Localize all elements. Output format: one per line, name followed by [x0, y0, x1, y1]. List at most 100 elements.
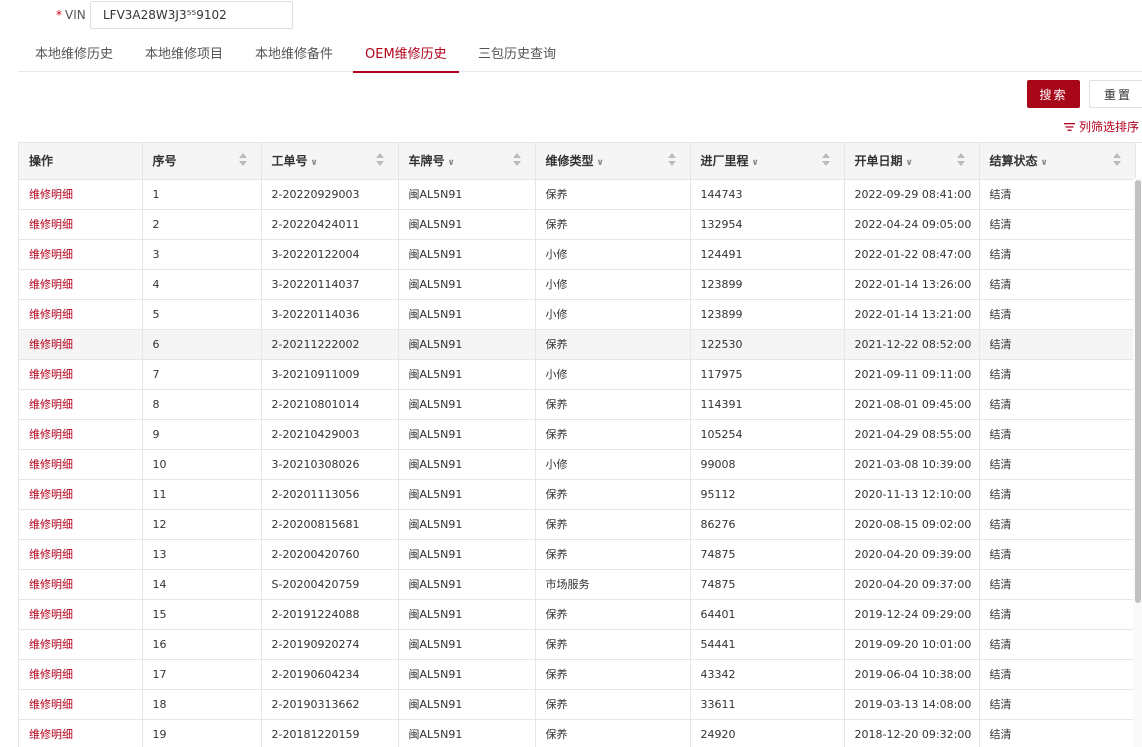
table-cell: 小修 [535, 239, 691, 270]
column-header-7[interactable]: 结算状态 ∨ [979, 143, 1136, 180]
table-cell: 闽AL5N91 [398, 299, 536, 330]
sort-icon[interactable] [956, 153, 965, 167]
repair-detail-link[interactable]: 维修明细 [19, 239, 143, 270]
sort-icon[interactable] [375, 153, 384, 167]
table-row[interactable]: 维修明细 8 2-20210801014 闽AL5N91 保养 114391 2021-08… [19, 389, 1136, 420]
table-cell: 闽AL5N91 [398, 329, 536, 360]
table-cell: 2-20190920274 [261, 629, 399, 660]
repair-detail-link[interactable]: 维修明细 [19, 179, 143, 210]
table-row[interactable]: 维修明细 2 2-20220424011 闽AL5N91 保养 132954 2022-04… [19, 209, 1136, 240]
table-cell: 12 [142, 509, 262, 540]
table-cell: 2022-01-14 13:21:00 [844, 299, 980, 330]
table-cell: 闽AL5N91 [398, 689, 536, 720]
table-cell: 小修 [535, 269, 691, 300]
sort-icon[interactable] [1112, 153, 1121, 167]
column-header-6[interactable]: 开单日期 ∨ [844, 143, 980, 180]
table-cell: 保养 [535, 509, 691, 540]
table-cell: 3-20210911009 [261, 359, 399, 390]
column-filter-sort-link[interactable]: 列筛选排序 [1064, 118, 1139, 135]
table-row[interactable]: 维修明细 9 2-20210429003 闽AL5N91 保养 105254 2021-04… [19, 419, 1136, 450]
tab-local-repair-history[interactable]: 本地维修历史 [35, 40, 113, 72]
filter-dropdown-icon[interactable]: ∨ [752, 158, 759, 168]
reset-button[interactable]: 重置 [1089, 80, 1142, 108]
repair-detail-link[interactable]: 维修明细 [19, 299, 143, 330]
table-cell: 7 [142, 359, 262, 390]
repair-detail-link[interactable]: 维修明细 [19, 209, 143, 240]
table-row[interactable]: 维修明细 4 3-20220114037 闽AL5N91 小修 123899 2022-01… [19, 269, 1136, 300]
table-row[interactable]: 维修明细 17 2-20190604234 闽AL5N91 保养 43342 2019-06… [19, 659, 1136, 690]
repair-detail-link[interactable]: 维修明细 [19, 449, 143, 480]
repair-detail-link[interactable]: 维修明细 [19, 719, 143, 747]
sort-icon[interactable] [238, 153, 247, 167]
table-cell: S-20200420759 [261, 569, 399, 600]
repair-detail-link[interactable]: 维修明细 [19, 659, 143, 690]
table-cell: 结清 [979, 419, 1136, 450]
column-header-5[interactable]: 进厂里程 ∨ [690, 143, 845, 180]
table-cell: 2-20190313662 [261, 689, 399, 720]
repair-detail-link[interactable]: 维修明细 [19, 269, 143, 300]
repair-detail-link[interactable]: 维修明细 [19, 539, 143, 570]
table-cell: 123899 [690, 269, 845, 300]
table-row[interactable]: 维修明细 5 3-20220114036 闽AL5N91 小修 123899 2022-01… [19, 299, 1136, 330]
table-cell: 保养 [535, 659, 691, 690]
repair-detail-link[interactable]: 维修明细 [19, 629, 143, 660]
repair-detail-link[interactable]: 维修明细 [19, 479, 143, 510]
table-cell: 8 [142, 389, 262, 420]
sort-icon[interactable] [821, 153, 830, 167]
column-header-4[interactable]: 维修类型 ∨ [535, 143, 691, 180]
filter-dropdown-icon[interactable]: ∨ [597, 158, 604, 168]
table-cell: 74875 [690, 539, 845, 570]
table-cell: 54441 [690, 629, 845, 660]
table-row[interactable]: 维修明细 16 2-20190920274 闽AL5N91 保养 54441 2019-09… [19, 629, 1136, 660]
repair-detail-link[interactable]: 维修明细 [19, 689, 143, 720]
table-row[interactable]: 维修明细 11 2-20201113056 闽AL5N91 保养 95112 2020-11… [19, 479, 1136, 510]
tab-local-repair-items[interactable]: 本地维修项目 [145, 40, 223, 72]
table-cell: 结清 [979, 599, 1136, 630]
table-cell: 2 [142, 209, 262, 240]
column-header-label: 维修类型 [545, 154, 594, 169]
repair-detail-link[interactable]: 维修明细 [19, 509, 143, 540]
tab-warranty-history[interactable]: 三包历史查询 [478, 40, 556, 72]
filter-dropdown-icon[interactable]: ∨ [1041, 158, 1048, 168]
table-cell: 小修 [535, 299, 691, 330]
table-row[interactable]: 维修明细 19 2-20181220159 闽AL5N91 保养 24920 2018-12… [19, 719, 1136, 747]
column-header-3[interactable]: 车牌号 ∨ [398, 143, 536, 180]
table-cell: 3-20220122004 [261, 239, 399, 270]
repair-detail-link[interactable]: 维修明细 [19, 329, 143, 360]
column-header-1[interactable]: 序号 [142, 143, 262, 180]
table-row[interactable]: 维修明细 10 3-20210308026 闽AL5N91 小修 99008 2021-03… [19, 449, 1136, 480]
tab-local-repair-parts[interactable]: 本地维修备件 [255, 40, 333, 72]
table-cell: 结清 [979, 509, 1136, 540]
table-cell: 结清 [979, 479, 1136, 510]
repair-detail-link[interactable]: 维修明细 [19, 389, 143, 420]
vertical-scrollbar-thumb[interactable] [1135, 180, 1141, 603]
repair-detail-link[interactable]: 维修明细 [19, 569, 143, 600]
search-button[interactable]: 搜索 [1027, 80, 1080, 108]
table-cell: 2020-04-20 09:39:00 [844, 539, 980, 570]
filter-dropdown-icon[interactable]: ∨ [906, 158, 913, 168]
table-row[interactable]: 维修明细 14 S-20200420759 闽AL5N91 市场服务 74875 2020-… [19, 569, 1136, 600]
repair-detail-link[interactable]: 维修明细 [19, 419, 143, 450]
table-row[interactable]: 维修明细 15 2-20191224088 闽AL5N91 保养 64401 2019-12… [19, 599, 1136, 630]
vin-input[interactable] [90, 1, 293, 29]
column-header-2[interactable]: 工单号 ∨ [261, 143, 399, 180]
tab-oem-repair-history[interactable]: OEM维修历史 [353, 40, 459, 73]
table-cell: 2020-04-20 09:37:00 [844, 569, 980, 600]
table-row[interactable]: 维修明细 18 2-20190313662 闽AL5N91 保养 33611 2019-03… [19, 689, 1136, 720]
filter-dropdown-icon[interactable]: ∨ [448, 158, 455, 168]
table-row[interactable]: 维修明细 6 2-20211222002 闽AL5N91 保养 122530 2021-12… [19, 329, 1136, 360]
table-cell: 14 [142, 569, 262, 600]
table-row[interactable]: 维修明细 12 2-20200815681 闽AL5N91 保养 86276 2020-08… [19, 509, 1136, 540]
table-row[interactable]: 维修明细 13 2-20200420760 闽AL5N91 保养 74875 2020-04… [19, 539, 1136, 570]
sort-icon[interactable] [512, 153, 521, 167]
table-cell: 2-20220424011 [261, 209, 399, 240]
table-row[interactable]: 维修明细 7 3-20210911009 闽AL5N91 小修 117975 2021-09… [19, 359, 1136, 390]
repair-detail-link[interactable]: 维修明细 [19, 359, 143, 390]
table-cell: 123899 [690, 299, 845, 330]
filter-dropdown-icon[interactable]: ∨ [311, 158, 318, 168]
table-row[interactable]: 维修明细 3 3-20220122004 闽AL5N91 小修 124491 2022-01… [19, 239, 1136, 270]
repair-detail-link[interactable]: 维修明细 [19, 599, 143, 630]
sort-icon[interactable] [667, 153, 676, 167]
table-cell: 市场服务 [535, 569, 691, 600]
table-row[interactable]: 维修明细 1 2-20220929003 闽AL5N91 保养 144743 2022-09… [19, 179, 1136, 210]
